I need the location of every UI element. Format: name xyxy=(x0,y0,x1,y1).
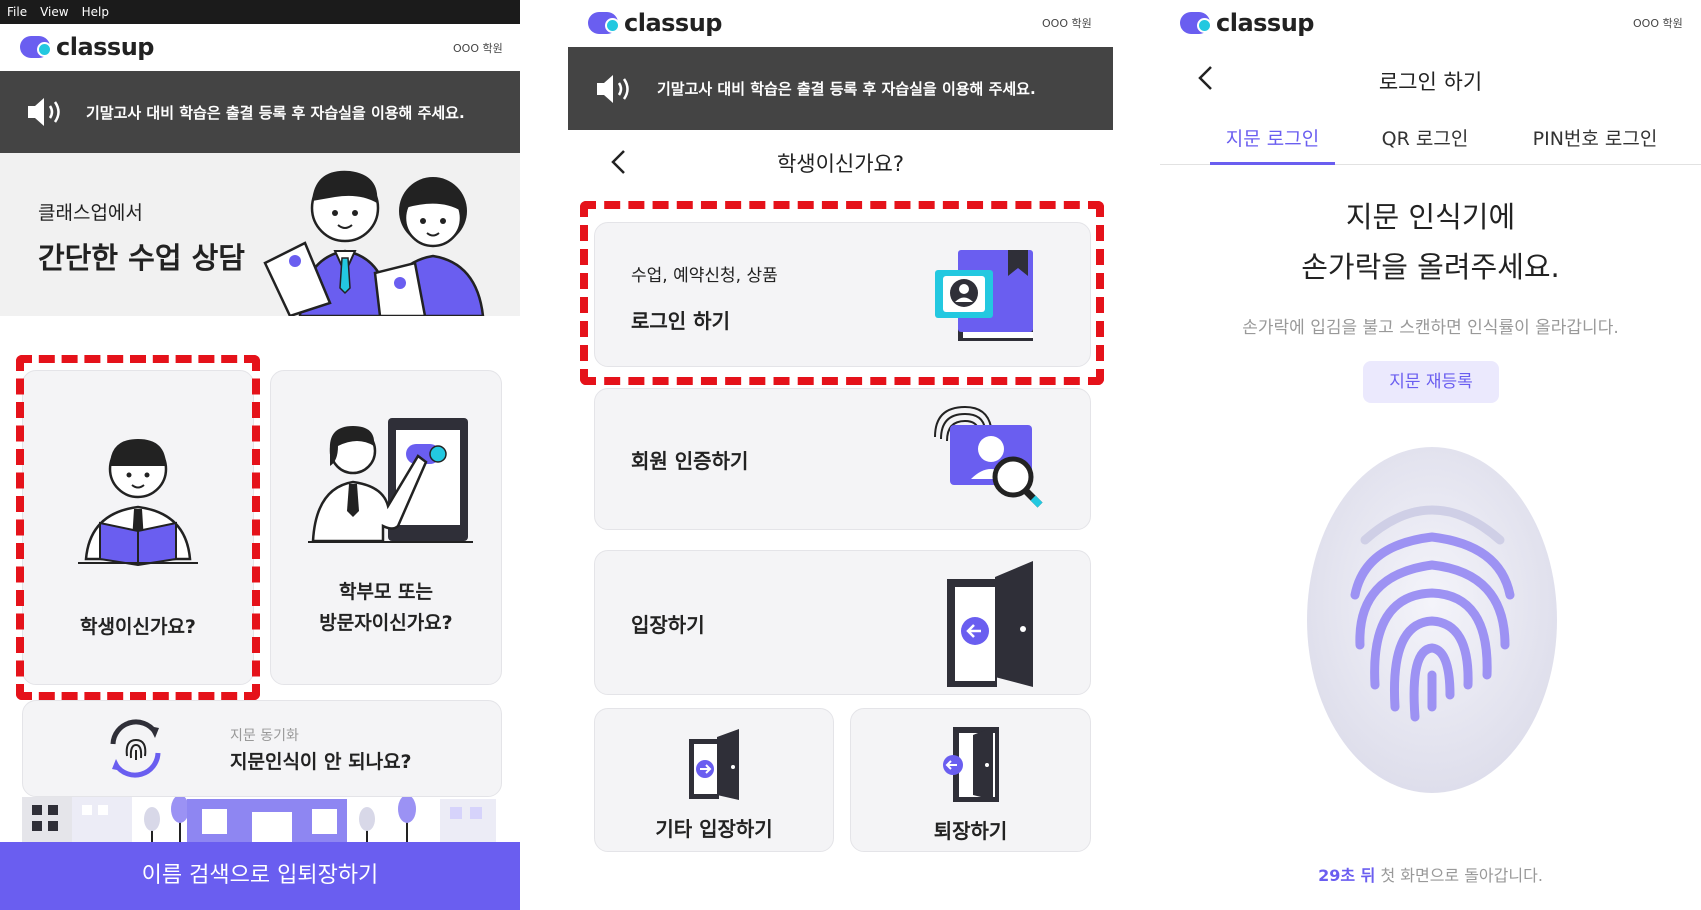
menu-view[interactable]: View xyxy=(40,0,68,24)
academy-name: OOO 학원 xyxy=(1042,17,1092,30)
notice-bar: 기말고사 대비 학습은 출결 등록 후 자습실을 이용해 주세요. xyxy=(568,47,1113,130)
parent-kiosk-icon xyxy=(308,418,473,543)
academy-name: OOO 학원 xyxy=(453,42,503,55)
exit-door-icon xyxy=(943,727,999,802)
consult-banner[interactable]: 클래스업에서 간단한 수업 상담 xyxy=(0,153,520,316)
fingerprint-sync-icon xyxy=(110,719,161,778)
verify-card-title: 회원 인증하기 xyxy=(631,449,749,473)
classup-logo-text: classup xyxy=(1216,9,1314,37)
notice-bar: 기말고사 대비 학습은 출결 등록 후 자습실을 이용해 주세요. xyxy=(0,71,520,153)
classup-logo-mark xyxy=(20,36,52,58)
parent-visitor-card[interactable]: 학부모 또는 방문자이신가요? xyxy=(270,370,502,685)
fingerprint-search-icon xyxy=(934,405,1043,508)
student-menu-screen: classup OOO 학원 기말고사 대비 학습은 출결 등록 후 자습실을 … xyxy=(568,0,1113,910)
exit-card[interactable]: 퇴장하기 xyxy=(850,708,1091,852)
exit-card-title: 퇴장하기 xyxy=(933,819,1008,843)
sync-card-title: 지문인식이 안 되나요? xyxy=(230,751,412,773)
reregister-fingerprint-button[interactable]: 지문 재등록 xyxy=(1363,361,1499,403)
notice-text: 기말고사 대비 학습은 출결 등록 후 자습실을 이용해 주세요. xyxy=(86,103,465,122)
parent-card-line1: 학부모 또는 xyxy=(338,581,433,603)
member-verify-card[interactable]: 회원 인증하기 xyxy=(594,388,1091,530)
enter-card-title: 입장하기 xyxy=(631,613,705,637)
speaker-icon xyxy=(597,74,629,103)
classup-logo-mark xyxy=(1180,12,1212,34)
banner-subtitle: 클래스업에서 xyxy=(38,202,143,224)
highlight-student-card xyxy=(16,355,260,700)
other-enter-card-title: 기타 입장하기 xyxy=(655,817,773,841)
instruction-line2: 손가락을 올려주세요. xyxy=(1301,250,1560,284)
other-enter-card[interactable]: 기타 입장하기 xyxy=(594,708,834,852)
hint-text: 손가락에 입김을 불고 스캔하면 인식률이 올라갑니다. xyxy=(1242,318,1619,338)
menubar: File View Help xyxy=(0,0,520,24)
sync-card-small: 지문 동기화 xyxy=(230,728,299,744)
classup-logo: classup xyxy=(1180,9,1314,37)
countdown-seconds: 29초 뒤 xyxy=(1318,866,1376,885)
header-title: 로그인 하기 xyxy=(1378,70,1483,94)
students-reading-illustration xyxy=(263,170,485,316)
fingerprint-sync-card[interactable]: 지문 동기화 지문인식이 안 되나요? xyxy=(22,700,502,797)
classup-logo: classup xyxy=(588,9,722,37)
instruction-line1: 지문 인식기에 xyxy=(1345,200,1516,234)
speaker-icon xyxy=(28,98,60,126)
fingerprint-login-screen: classup OOO 학원 로그인 하기 지문 로그인 QR 로그인 PIN번… xyxy=(1160,0,1701,910)
classup-logo-text: classup xyxy=(624,9,722,37)
classup-logo: classup xyxy=(20,33,154,61)
town-illustration xyxy=(22,797,496,842)
tab-qr-login[interactable]: QR 로그인 xyxy=(1360,124,1490,151)
menu-file[interactable]: File xyxy=(7,0,27,24)
banner-title: 간단한 수업 상담 xyxy=(38,241,245,275)
notice-text: 기말고사 대비 학습은 출결 등록 후 자습실을 이용해 주세요. xyxy=(657,80,1036,98)
countdown-text: 29초 뒤 첫 화면으로 돌아갑니다. xyxy=(1160,862,1701,886)
fingerprint-scanner-icon xyxy=(1307,447,1557,793)
tab-pin-login[interactable]: PIN번호 로그인 xyxy=(1515,124,1675,151)
classup-logo-mark xyxy=(588,12,620,34)
highlight-login-card xyxy=(580,201,1104,385)
other-enter-door-icon xyxy=(689,729,739,800)
parent-card-line2: 방문자이신가요? xyxy=(319,612,453,634)
classup-logo-text: classup xyxy=(56,33,154,61)
enter-door-icon xyxy=(947,561,1033,687)
academy-name: OOO 학원 xyxy=(1633,17,1683,30)
countdown-message: 첫 화면으로 돌아갑니다. xyxy=(1375,866,1543,885)
tab-fingerprint-login[interactable]: 지문 로그인 xyxy=(1210,124,1335,151)
home-screen: File View Help classup OOO 학원 기말고사 대비 학습은 … xyxy=(0,0,520,910)
enter-card[interactable]: 입장하기 xyxy=(594,550,1091,695)
menu-help[interactable]: Help xyxy=(82,0,109,24)
active-tab-underline xyxy=(1210,162,1335,165)
name-search-entry-button[interactable]: 이름 검색으로 입퇴장하기 xyxy=(0,842,520,910)
header-title: 학생이신가요? xyxy=(776,152,905,176)
